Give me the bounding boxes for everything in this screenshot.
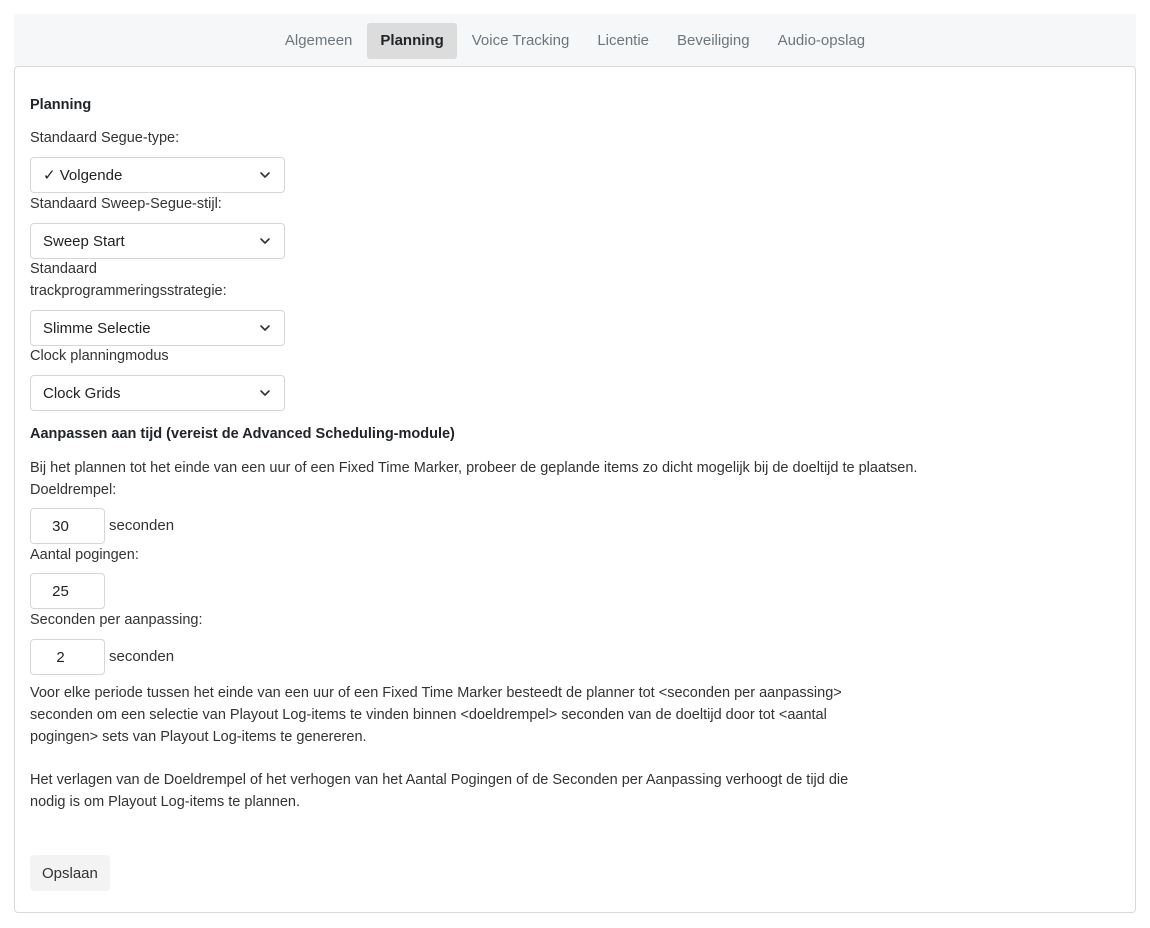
track-strategy-label: Standaard trackprogrammeringsstrategie: (30, 258, 227, 302)
seconds-per-adjust-input[interactable]: 2 (30, 639, 105, 675)
segue-type-value: ✓ Volgende (43, 167, 123, 184)
save-button[interactable]: Opslaan (30, 855, 110, 891)
chevron-down-icon (260, 390, 270, 396)
adjust-explanation-2: Het verlagen van de Doeldrempel of het v… (30, 772, 849, 810)
adjust-explanation-1: Voor elke periode tussen het einde van e… (30, 685, 842, 745)
track-strategy-label-line1: Standaard (30, 261, 97, 277)
chevron-down-icon (260, 172, 270, 178)
adjust-to-time-heading: Aanpassen aan tijd (vereist de Advanced … (30, 426, 455, 442)
settings-tab-bar: Algemeen Planning Voice Tracking Licenti… (14, 14, 1136, 67)
adjust-description: Bij het plannen tot het einde van een uu… (30, 460, 918, 476)
clock-mode-label: Clock planningmodus (30, 348, 169, 364)
planning-heading: Planning (30, 97, 92, 113)
segue-type-label: Standaard Segue-type: (30, 130, 180, 146)
target-threshold-input[interactable]: 30 (30, 508, 105, 544)
tab-algemeen[interactable]: Algemeen (272, 23, 366, 59)
chevron-down-icon (260, 238, 270, 244)
attempts-input[interactable]: 25 (30, 573, 105, 609)
track-strategy-label-line2: trackprogrammeringsstrategie: (30, 283, 227, 299)
tab-licentie[interactable]: Licentie (584, 23, 662, 59)
target-threshold-unit: seconden (109, 517, 175, 534)
seconds-per-adjust-unit: seconden (109, 648, 175, 665)
track-strategy-value: Slimme Selectie (43, 319, 151, 337)
seconds-per-adjust-label: Seconden per aanpassing: (30, 612, 203, 628)
tab-planning[interactable]: Planning (367, 22, 457, 59)
tab-beveiliging[interactable]: Beveiliging (664, 23, 763, 59)
settings-panel: Planning Standaard Segue-type: ✓ Volgend… (14, 66, 1136, 913)
clock-mode-select[interactable]: Clock Grids (30, 375, 285, 411)
target-threshold-label: Doeldrempel: (30, 482, 117, 498)
chevron-down-icon (260, 325, 270, 331)
sweep-segue-style-label: Standaard Sweep-Segue-stijl: (30, 196, 222, 212)
segue-type-select[interactable]: ✓ Volgende (30, 157, 285, 193)
attempts-label: Aantal pogingen: (30, 547, 139, 563)
clock-mode-value: Clock Grids (43, 384, 121, 402)
tab-audio-opslag[interactable]: Audio-opslag (765, 23, 879, 59)
sweep-segue-style-select[interactable]: Sweep Start (30, 223, 285, 259)
track-strategy-select[interactable]: Slimme Selectie (30, 310, 285, 346)
sweep-segue-style-value: Sweep Start (43, 232, 125, 250)
tab-voice-tracking[interactable]: Voice Tracking (459, 23, 583, 59)
